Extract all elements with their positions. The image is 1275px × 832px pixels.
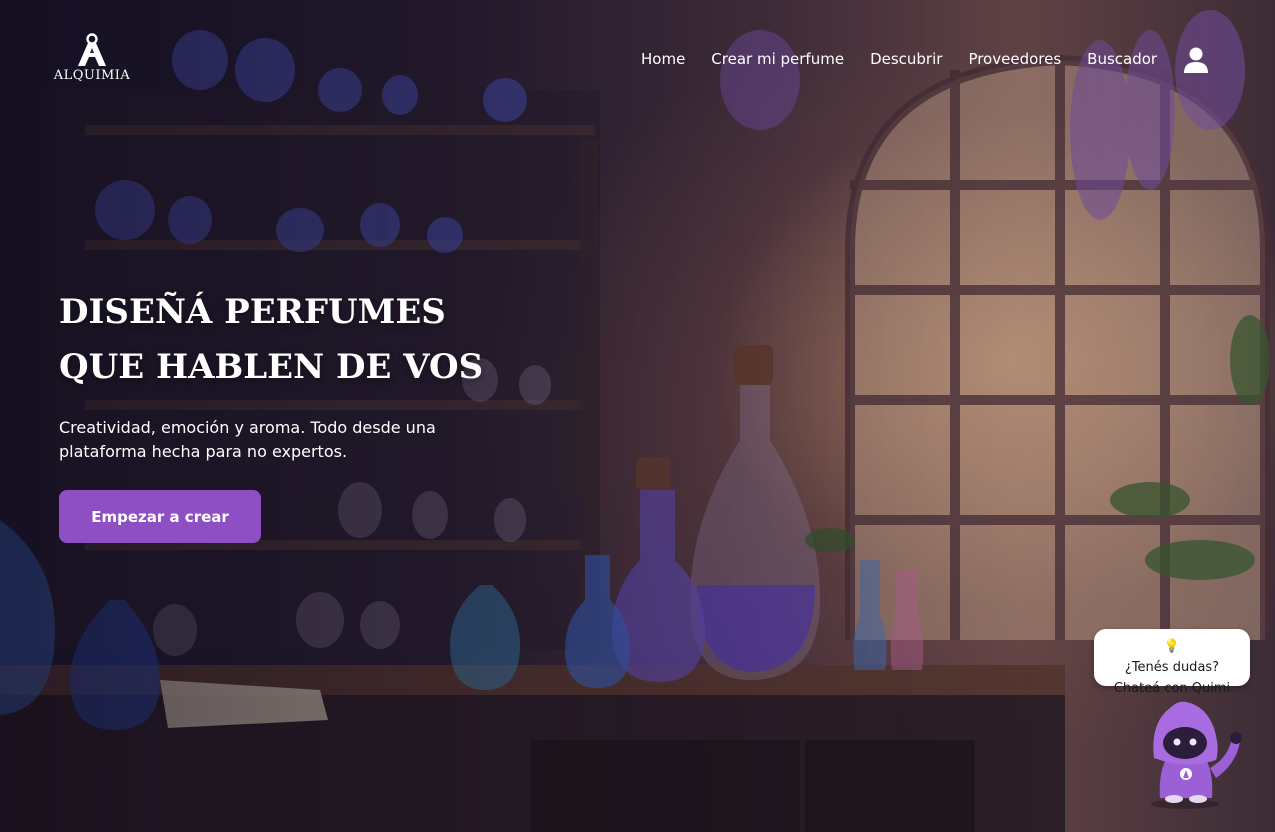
nav-buscador[interactable]: Buscador [1087,50,1157,68]
hero-title: DISEÑÁ PERFUMES QUE HABLEN DE VOS [59,285,579,395]
hero-subtitle: Creatividad, emoción y aroma. Todo desde… [59,418,436,461]
brand-name: ALQUIMIA [53,68,131,83]
start-creating-button[interactable]: Empezar a crear [59,490,261,543]
chat-prompt-bubble[interactable]: 💡 ¿Tenés dudas? Chateá con Quimi [1094,629,1250,696]
brand-logo[interactable]: ALQUIMIA [50,33,134,87]
top-navbar: ALQUIMIA Home Crear mi perfume Descubrir… [0,0,1275,118]
user-icon[interactable] [1183,46,1209,74]
chat-line-1-text: ¿Tenés dudas? [1124,660,1220,675]
nav-home[interactable]: Home [641,50,685,68]
chat-prompt-line-2: Chateá con Quimi [1113,681,1231,696]
nav-descubrir[interactable]: Descubrir [870,50,942,68]
hero-title-line-1: DISEÑÁ PERFUMES [59,292,446,332]
nav-crear-mi-perfume[interactable]: Crear mi perfume [711,50,844,68]
hero-title-line-2: QUE HABLEN DE VOS [59,347,484,387]
lightbulb-icon: 💡 [1163,639,1181,654]
main-nav: Home Crear mi perfume Descubrir Proveedo… [641,50,1157,68]
chat-prompt-line-1: 💡 ¿Tenés dudas? [1094,636,1250,678]
nav-proveedores[interactable]: Proveedores [968,50,1061,68]
wizard-mascot-icon [1151,701,1242,809]
quimi-mascot-button[interactable] [1140,698,1250,810]
alchemy-logo-icon [78,33,106,66]
